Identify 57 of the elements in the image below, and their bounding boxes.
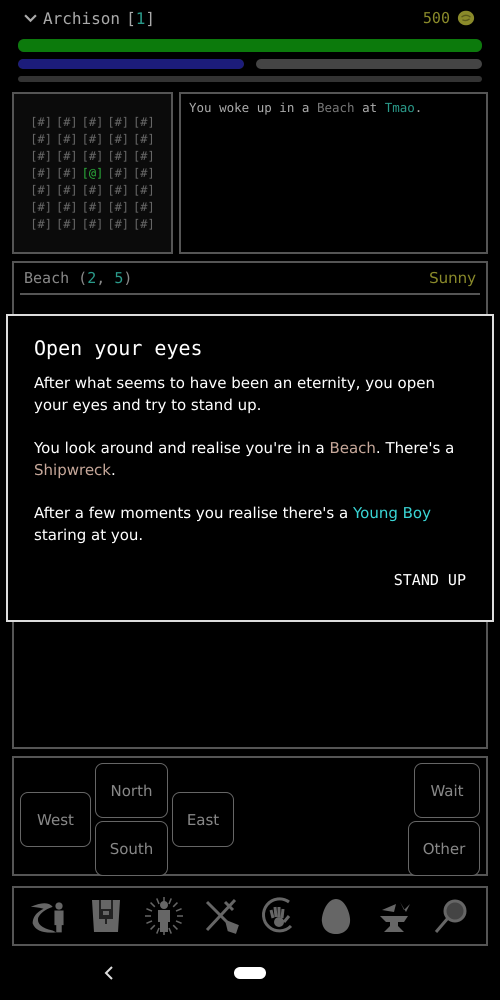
map-cell: [#]	[56, 182, 78, 198]
map-cell: [#]	[133, 148, 155, 164]
other-button[interactable]: Other	[408, 821, 480, 876]
map-cell: [#]	[107, 200, 130, 214]
map-cell: [#]	[56, 132, 78, 146]
map-cell: [#]	[30, 182, 52, 198]
map-cell: [#]	[133, 166, 155, 180]
map-cell: [#]	[133, 132, 155, 146]
map-cell: [#]	[107, 166, 130, 180]
map-cell: [#]	[133, 216, 155, 232]
map-cell: [#]	[56, 200, 78, 214]
map-cell: [#]	[107, 148, 130, 164]
map-cell: [#]	[107, 182, 130, 198]
north-button[interactable]: North	[95, 763, 168, 818]
map-cell: [#]	[82, 200, 104, 214]
map-cell: [#]	[30, 148, 52, 164]
coin-icon	[456, 9, 476, 27]
map-cell: [#]	[30, 114, 52, 130]
map-cell: [#]	[30, 132, 52, 146]
dialog-title: Open your eyes	[34, 336, 204, 360]
map-cell: [#]	[82, 182, 104, 198]
map-cell: [#]	[82, 216, 104, 232]
map-cell: [#]	[30, 200, 52, 214]
dialog-text: After what seems to have been an eternity, you open your eyes and try to stand up.	[34, 373, 436, 416]
map-cell: [#]	[56, 166, 78, 180]
coin-count: 500	[422, 9, 450, 27]
map-cell: [#]	[107, 132, 130, 146]
back-icon[interactable]	[104, 965, 114, 981]
location-name: Beach (2, 5)	[24, 269, 132, 287]
map-cell: [#]	[82, 148, 104, 164]
wait-button[interactable]: Wait	[414, 763, 480, 818]
west-button[interactable]: West	[20, 792, 91, 847]
map-cell: [#]	[56, 114, 78, 130]
south-button[interactable]: South	[95, 821, 168, 876]
weather-label: Sunny	[429, 269, 476, 287]
home-pill[interactable]	[234, 967, 266, 979]
map-cell: [#]	[133, 200, 155, 214]
map-cell: [#]	[56, 216, 78, 232]
character-level: [1]	[126, 8, 155, 28]
map-cell: [#]	[107, 216, 130, 232]
map-cell: [#]	[56, 148, 78, 164]
map-cell: [#]	[107, 114, 130, 130]
map-cell: [#]	[30, 166, 52, 180]
map-cell: [@]	[82, 166, 104, 180]
map-cell: [#]	[30, 216, 52, 232]
stand-up-button[interactable]: STAND UP	[394, 567, 466, 593]
glowing-figure-icon[interactable]	[144, 896, 184, 936]
character-name: Archison	[43, 8, 120, 28]
dialog-text: You look around and realise you're in a Beach. There's a Shipwreck.	[34, 438, 456, 481]
map-cell: [#]	[133, 114, 155, 130]
east-button[interactable]: East	[172, 792, 234, 847]
map-cell: [#]	[133, 182, 155, 198]
dialog-text: After a few moments you realise there's a Young Boy staring at you.	[34, 503, 432, 546]
chevron-icon[interactable]	[24, 14, 37, 22]
log-message: You woke up in a Beach at Tmao.	[189, 100, 424, 115]
map-cell: [#]	[82, 114, 104, 130]
map-cell: [#]	[82, 132, 104, 146]
